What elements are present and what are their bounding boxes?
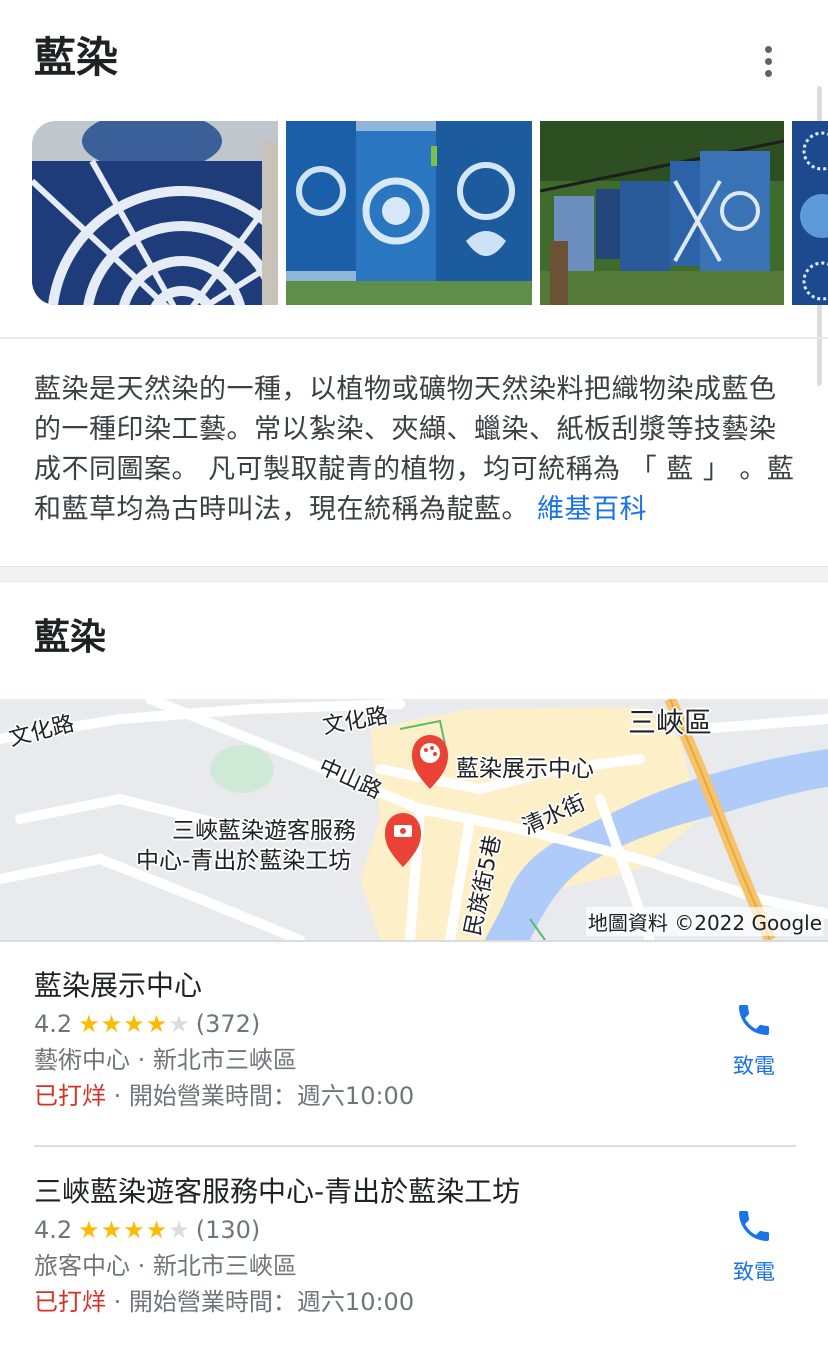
- star-icon: ★: [123, 1010, 145, 1038]
- place-category-row: 旅客中心 · 新北市三峽區: [34, 1248, 796, 1284]
- rating-value: 4.2: [34, 1216, 73, 1244]
- phone-icon: [739, 1211, 769, 1241]
- review-count: (372): [195, 1010, 261, 1038]
- star-icon: ★: [145, 1216, 168, 1244]
- separator: ·: [137, 1252, 146, 1280]
- divider: [34, 1145, 796, 1147]
- local-result-item[interactable]: 藍染展示中心 4.2 ★ ★ ★ ★ ★ (372) 藝術中心 · 新北市三峽區…: [34, 966, 796, 1114]
- place-name[interactable]: 藍染展示中心: [34, 966, 796, 1006]
- local-result-item[interactable]: 三峽藍染遊客服務中心-青出於藍染工坊 4.2 ★ ★ ★ ★ ★ (130) 旅…: [34, 1172, 796, 1320]
- image-tie-dye-cloth[interactable]: [32, 121, 278, 305]
- map-district-label: 三峽區: [628, 706, 713, 739]
- review-count: (130): [195, 1216, 261, 1244]
- wikipedia-link[interactable]: 維基百科: [537, 494, 647, 525]
- rating-value: 4.2: [34, 1010, 73, 1038]
- description-text: 藍染是天然染的一種，以植物或礦物天然染料把織物染成藍色的一種印染工藝。常以紮染、…: [34, 374, 795, 525]
- place-rating-row: 4.2 ★ ★ ★ ★ ★ (130): [34, 1212, 796, 1248]
- star-icon: ★: [168, 1216, 190, 1244]
- star-icon: ★: [100, 1216, 123, 1244]
- star-icon: ★: [168, 1010, 190, 1038]
- place-location: 新北市三峽區: [152, 1046, 297, 1074]
- divider: [0, 940, 828, 942]
- open-status: 已打烊: [34, 1082, 106, 1110]
- separator: ·: [113, 1082, 122, 1110]
- rating-stars: ★ ★ ★ ★ ★: [78, 1012, 190, 1036]
- rating-stars: ★ ★ ★ ★ ★: [78, 1218, 190, 1242]
- place-category-row: 藝術中心 · 新北市三峽區: [34, 1042, 796, 1078]
- divider: [0, 337, 828, 339]
- call-button[interactable]: 致電: [714, 1206, 794, 1296]
- place-name[interactable]: 三峽藍染遊客服務中心-青出於藍染工坊: [34, 1172, 796, 1212]
- local-results-title: 藍染: [34, 617, 107, 658]
- knowledge-panel-title: 藍染: [34, 33, 119, 82]
- separator: ·: [137, 1046, 146, 1074]
- entity-description: 藍染是天然染的一種，以植物或礦物天然染料把織物染成藍色的一種印染工藝。常以紮染、…: [34, 370, 798, 530]
- section-separator: [0, 566, 828, 582]
- separator: ·: [113, 1288, 122, 1316]
- place-hours-row: 已打烊 · 開始營業時間：週六10:00: [34, 1284, 796, 1320]
- opening-hours: 開始營業時間：週六10:00: [128, 1288, 415, 1316]
- call-button[interactable]: 致電: [714, 1000, 794, 1090]
- map-poi-label[interactable]: 三峽藍染遊客服務: [172, 811, 356, 845]
- open-status: 已打烊: [34, 1288, 106, 1316]
- phone-icon: [739, 1005, 769, 1035]
- star-icon: ★: [100, 1010, 123, 1038]
- place-category: 藝術中心: [34, 1046, 130, 1074]
- knowledge-panel-header: 藍染: [0, 0, 828, 120]
- place-rating-row: 4.2 ★ ★ ★ ★ ★ (372): [34, 1006, 796, 1042]
- call-label: 致電: [733, 1260, 775, 1284]
- image-indigo-cloths-outdoors[interactable]: [540, 121, 784, 305]
- opening-hours: 開始營業時間：週六10:00: [128, 1082, 415, 1110]
- map-poi-label[interactable]: 中心-青出於藍染工坊: [136, 841, 351, 875]
- map-poi-label[interactable]: 藍染展示中心: [456, 749, 594, 783]
- call-label: 致電: [733, 1054, 775, 1078]
- more-vert-icon[interactable]: [748, 40, 788, 82]
- image-carousel[interactable]: [32, 121, 828, 305]
- image-indigo-circle-pattern[interactable]: [792, 121, 828, 305]
- star-icon: ★: [123, 1216, 145, 1244]
- place-hours-row: 已打烊 · 開始營業時間：週六10:00: [34, 1078, 796, 1114]
- local-map[interactable]: 文化路 文化路 中山路 清水街 民族街5巷 三峽區 藍染展示中心 三峽藍染遊客服…: [0, 699, 828, 940]
- place-category: 旅客中心: [34, 1252, 130, 1280]
- place-location: 新北市三峽區: [152, 1252, 297, 1280]
- star-icon: ★: [78, 1216, 100, 1244]
- map-attribution: 地圖資料 ©2022 Google: [585, 907, 824, 936]
- star-icon: ★: [145, 1010, 168, 1038]
- image-indigo-cloths-hanging[interactable]: [286, 121, 532, 305]
- star-icon: ★: [78, 1010, 100, 1038]
